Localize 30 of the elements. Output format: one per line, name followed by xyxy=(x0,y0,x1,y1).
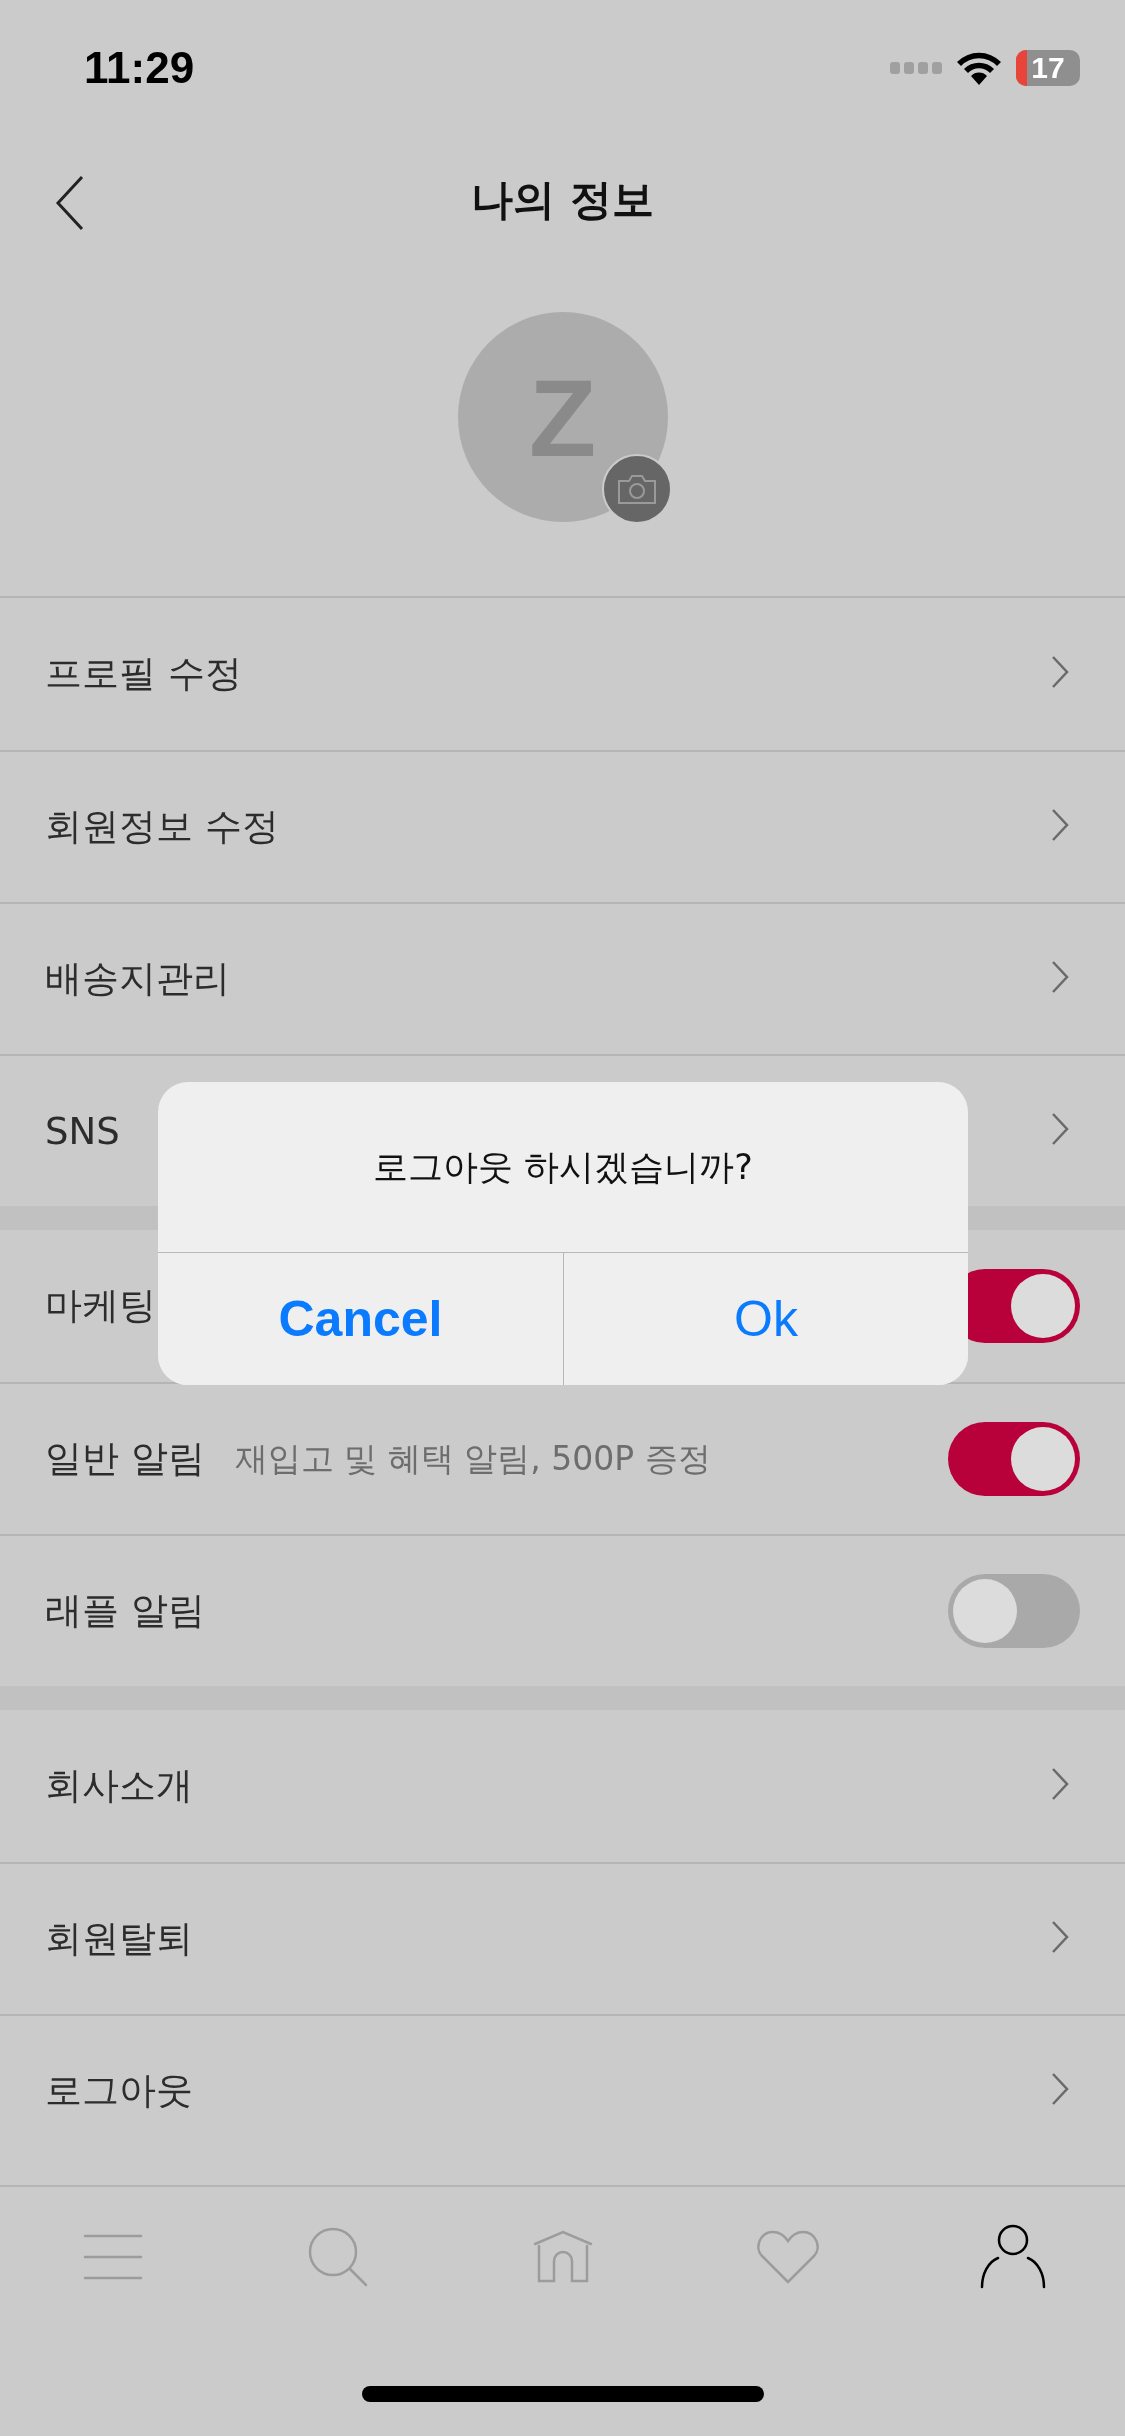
status-time: 11:29 xyxy=(84,42,195,93)
menu-item-label[interactable]: 로그아웃 xyxy=(45,2066,193,2116)
battery-indicator: 17 xyxy=(1016,49,1080,86)
search-icon xyxy=(306,2226,369,2288)
back-icon xyxy=(55,175,85,231)
camera-icon xyxy=(616,473,657,505)
menu-item-label[interactable]: 회사소개 xyxy=(45,1761,193,1811)
chevron-right-icon xyxy=(1050,959,1070,995)
menu-item-label[interactable]: 래플 알림 xyxy=(45,1586,205,1636)
chevron-right-icon xyxy=(1050,807,1070,843)
home-icon xyxy=(532,2230,593,2284)
page-title: 나의 정보 xyxy=(471,174,654,226)
menu-item-label[interactable]: 일반 알림 xyxy=(45,1434,205,1484)
heart-icon xyxy=(756,2230,819,2284)
menu-item-label[interactable]: SNS xyxy=(45,1109,120,1153)
wifi-icon xyxy=(956,50,1002,85)
dialog-message: 로그아웃 하시겠습니까? xyxy=(372,1145,754,1189)
menu-item-label[interactable]: 마케팅 xyxy=(45,1281,156,1331)
menu-icon xyxy=(82,2233,143,2281)
menu-item-label[interactable]: 배송지관리 xyxy=(45,954,230,1004)
menu-item-note: 재입고 및 혜택 알림, 500P 증정 xyxy=(234,1437,711,1480)
menu-item-label[interactable]: 프로필 수정 xyxy=(45,649,242,699)
chevron-right-icon xyxy=(1050,1766,1070,1802)
chevron-right-icon xyxy=(1050,1111,1070,1147)
signal-icon xyxy=(890,61,942,74)
chevron-right-icon xyxy=(1050,1919,1070,1955)
menu-item-label[interactable]: 회원정보 수정 xyxy=(45,802,279,852)
chevron-right-icon xyxy=(1050,654,1070,690)
menu-item-label[interactable]: 회원탈퇴 xyxy=(45,1914,193,1964)
chevron-right-icon xyxy=(1050,2071,1070,2107)
